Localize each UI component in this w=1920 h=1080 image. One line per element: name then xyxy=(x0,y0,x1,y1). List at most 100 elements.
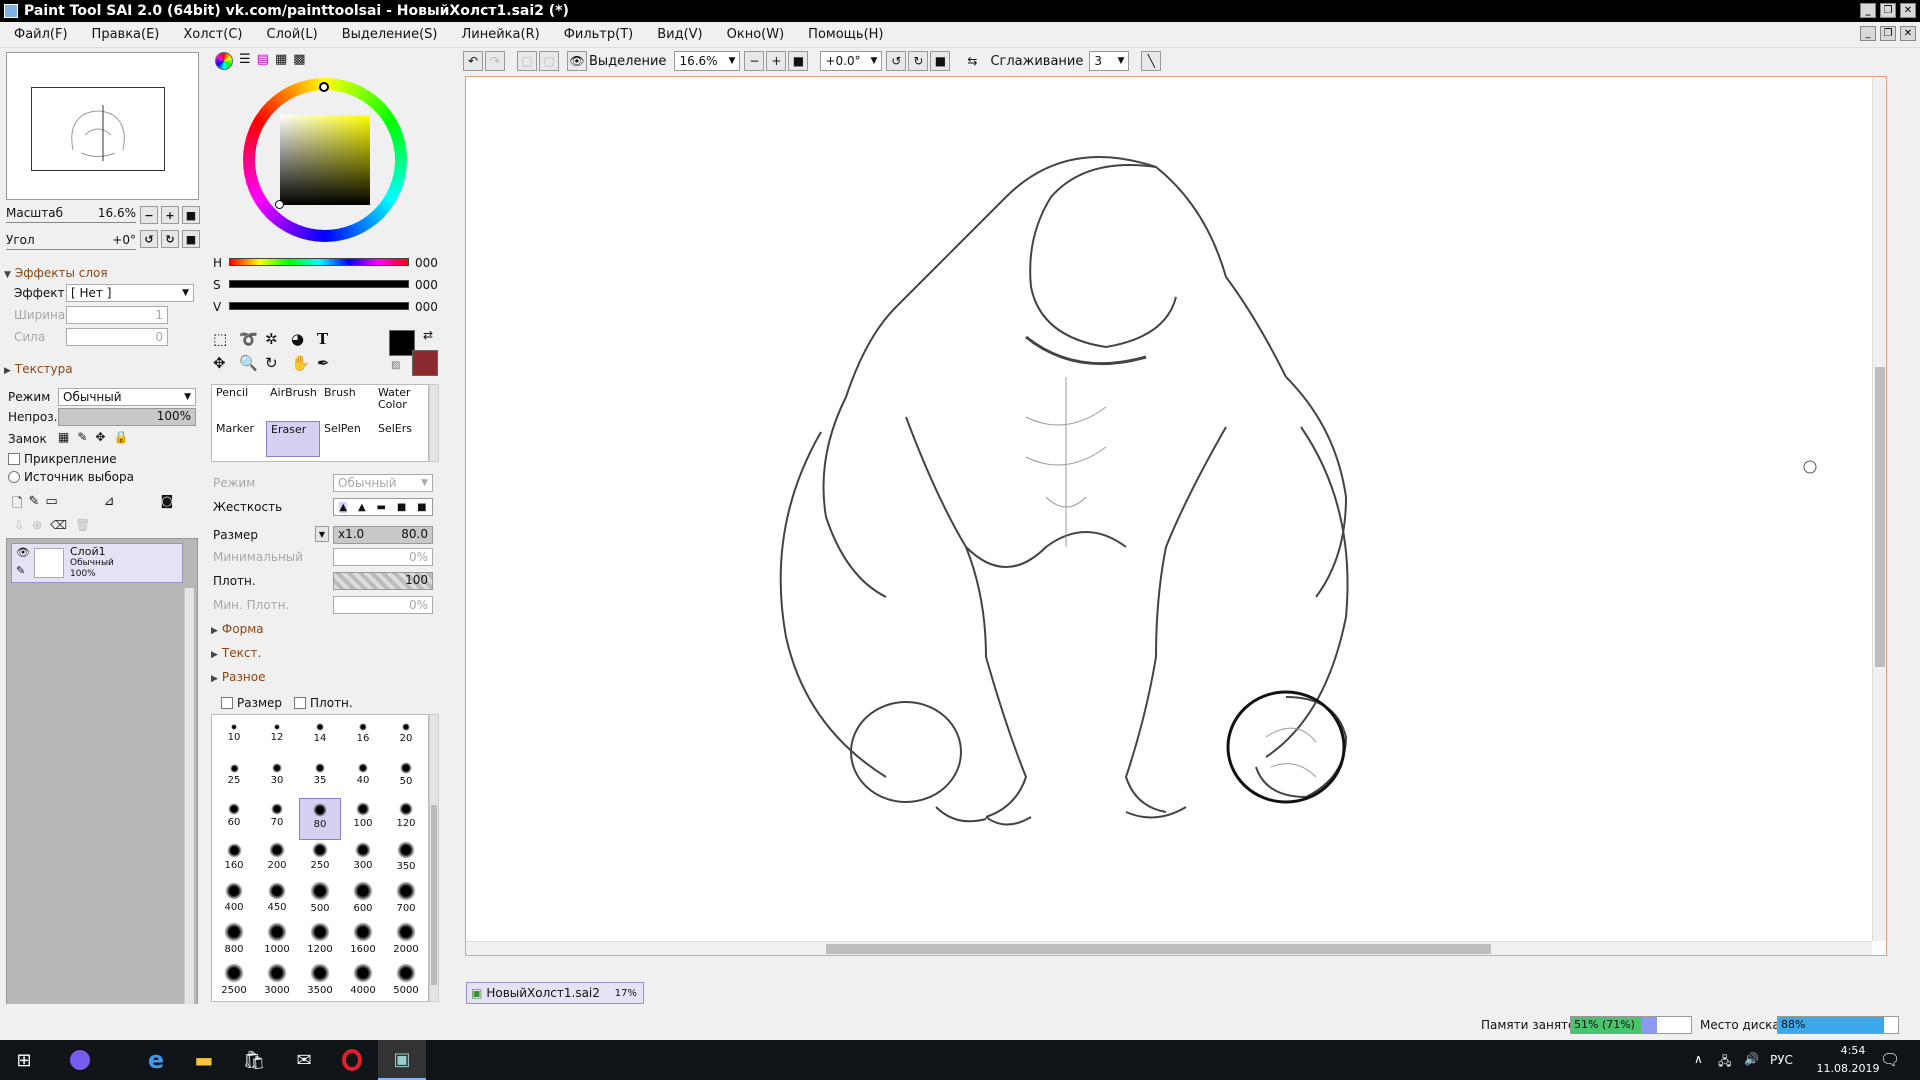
brush-size-100[interactable]: 100 xyxy=(342,798,384,840)
brush-size-160[interactable]: 160 xyxy=(213,839,255,881)
drawing-canvas[interactable] xyxy=(465,76,1887,956)
menu-edit[interactable]: Правка(E) xyxy=(80,27,172,42)
brush-size-1200[interactable]: 1200 xyxy=(299,921,341,963)
angle-value[interactable]: +0° xyxy=(112,233,136,247)
canvas-rotate-right-button[interactable]: ↻ xyxy=(908,51,929,71)
invert-selection-button[interactable]: ▢ xyxy=(539,51,559,71)
brush-size-450[interactable]: 450 xyxy=(256,880,298,922)
menu-window[interactable]: Окно(W) xyxy=(715,27,797,42)
value-slider[interactable] xyxy=(229,302,409,310)
rect-select-icon[interactable]: ⬚ xyxy=(213,330,239,348)
brush-size-1000[interactable]: 1000 xyxy=(256,921,298,963)
lock-transparency-icon[interactable]: ▦ xyxy=(58,430,69,444)
canvas-horizontal-scrollbar[interactable] xyxy=(466,941,1872,955)
rotate-reset-button[interactable]: ■ xyxy=(182,230,200,248)
swap-colors-icon[interactable]: ⇄ xyxy=(423,328,433,342)
transparent-color-icon[interactable]: ▨ xyxy=(391,360,400,371)
brush-size-1600[interactable]: 1600 xyxy=(342,921,384,963)
brush-size-30[interactable]: 30 xyxy=(256,757,298,799)
saturation-slider[interactable] xyxy=(229,280,409,288)
brush-size-2000[interactable]: 2000 xyxy=(385,921,427,963)
brush-size-60[interactable]: 60 xyxy=(213,798,255,840)
saturation-value[interactable]: 000 xyxy=(415,278,438,292)
brush-size-700[interactable]: 700 xyxy=(385,880,427,922)
store-icon[interactable]: 🛍 xyxy=(230,1040,278,1080)
zoom-in-button[interactable]: + xyxy=(161,206,179,224)
clear-layer-icon[interactable]: ⌫ xyxy=(50,518,67,532)
zoom-out-button[interactable]: − xyxy=(140,206,158,224)
tool-watercolor[interactable]: Water Color xyxy=(374,385,428,421)
hardness-1-icon[interactable]: ▲ xyxy=(339,501,348,513)
brush-grid-scrollbar[interactable] xyxy=(429,714,439,1002)
angle-slider[interactable] xyxy=(6,249,136,250)
tool-selpen[interactable]: SelPen xyxy=(320,421,374,457)
delete-layer-icon[interactable]: 🗑 xyxy=(75,518,90,532)
swatches-mode-icon[interactable]: ▦ xyxy=(275,52,287,70)
text-tool-icon[interactable]: T xyxy=(317,330,343,348)
edge-icon[interactable]: e xyxy=(132,1040,180,1080)
mail-icon[interactable]: ✉ xyxy=(280,1040,328,1080)
new-folder-icon[interactable]: ▭ xyxy=(45,494,57,516)
doc-maximize-button[interactable]: ❐ xyxy=(1880,26,1896,41)
tool-airbrush[interactable]: AirBrush xyxy=(266,385,320,421)
brush-size-4000[interactable]: 4000 xyxy=(342,962,384,1001)
layer-row[interactable]: 👁 ✎ Слой1 Обычный 100% xyxy=(11,543,183,583)
value-value[interactable]: 000 xyxy=(415,300,438,314)
hue-value[interactable]: 000 xyxy=(415,256,438,270)
brush-size-120[interactable]: 120 xyxy=(385,798,427,840)
document-tab[interactable]: ▣ НовыйХолст1.sai2 17% xyxy=(466,982,644,1004)
tool-marker[interactable]: Marker xyxy=(212,421,266,457)
menu-view[interactable]: Вид(V) xyxy=(645,27,714,42)
redo-button[interactable]: ↷ xyxy=(485,51,505,71)
min-density-slider[interactable]: 0% xyxy=(333,596,433,614)
brush-size-5000[interactable]: 5000 xyxy=(385,962,427,1001)
canvas-zoom-out-button[interactable]: − xyxy=(744,51,765,71)
canvas-zoom-select[interactable]: 16.6% ▼ xyxy=(674,51,741,71)
notification-center-icon[interactable]: 🗨 xyxy=(1880,1050,1900,1069)
brush-size-200[interactable]: 200 xyxy=(256,839,298,881)
brush-size-3500[interactable]: 3500 xyxy=(299,962,341,1001)
brush-size-600[interactable]: 600 xyxy=(342,880,384,922)
rotate-right-button[interactable]: ↻ xyxy=(161,230,179,248)
color-marker[interactable] xyxy=(275,200,284,209)
density-slider[interactable]: 100 xyxy=(333,572,433,590)
hand-icon[interactable]: ✋ xyxy=(291,354,317,372)
zoom-reset-button[interactable]: ■ xyxy=(182,206,200,224)
rotate-tool-icon[interactable]: ↻ xyxy=(265,354,291,372)
texture-header[interactable]: ▶ Текстура xyxy=(4,362,73,376)
texture-section-header[interactable]: ▶ Текст. xyxy=(211,646,261,660)
rotate-left-button[interactable]: ↺ xyxy=(140,230,158,248)
brush-size-350[interactable]: 350 xyxy=(385,839,427,881)
effect-select[interactable]: [ Нет ] ▼ xyxy=(66,284,194,302)
paint-brush-icon[interactable]: ✎ xyxy=(16,564,25,577)
brush-size-40[interactable]: 40 xyxy=(342,757,384,799)
brush-size-14[interactable]: 14 xyxy=(299,716,341,758)
brush-size-50[interactable]: 50 xyxy=(385,757,427,799)
canvas-rotate-reset-button[interactable]: ■ xyxy=(930,51,951,71)
canvas-zoom-reset-button[interactable]: ■ xyxy=(788,51,809,71)
min-size-slider[interactable]: 0% xyxy=(333,548,433,566)
smoothing-select[interactable]: 3 ▼ xyxy=(1089,51,1130,71)
opera-icon[interactable] xyxy=(328,1040,376,1080)
new-layer-icon[interactable]: 🗋 xyxy=(12,494,22,516)
menu-file[interactable]: Файл(F) xyxy=(0,27,80,42)
network-icon[interactable]: 🖧 xyxy=(1718,1052,1731,1073)
saturation-value-square[interactable] xyxy=(280,115,370,205)
menu-selection[interactable]: Выделение(S) xyxy=(330,27,450,42)
cortana-icon[interactable] xyxy=(56,1040,104,1080)
left-panel-scrollbar[interactable] xyxy=(184,588,194,1028)
rgb-slider-mode-icon[interactable]: ☰ xyxy=(239,52,251,70)
new-linework-layer-icon[interactable]: ✎ xyxy=(28,494,39,516)
shape-icon[interactable]: ◕ xyxy=(291,330,317,348)
hardness-3-icon[interactable]: ▬ xyxy=(377,502,386,513)
move-layer-down-icon[interactable]: ⇩ xyxy=(14,518,24,532)
size-pressure-checkbox[interactable] xyxy=(221,697,233,709)
lock-move-icon[interactable]: ✥ xyxy=(95,430,105,444)
selection-source-radio[interactable] xyxy=(8,471,20,483)
layer-effects-header[interactable]: ▼ Эффекты слоя xyxy=(4,266,108,280)
zoom-slider[interactable] xyxy=(6,222,136,223)
menu-ruler[interactable]: Линейка(R) xyxy=(450,27,552,42)
canvas-rotate-left-button[interactable]: ↺ xyxy=(886,51,907,71)
flip-horizontal-button[interactable]: ⇆ xyxy=(962,51,982,71)
opacity-slider[interactable]: 100% xyxy=(58,408,196,426)
